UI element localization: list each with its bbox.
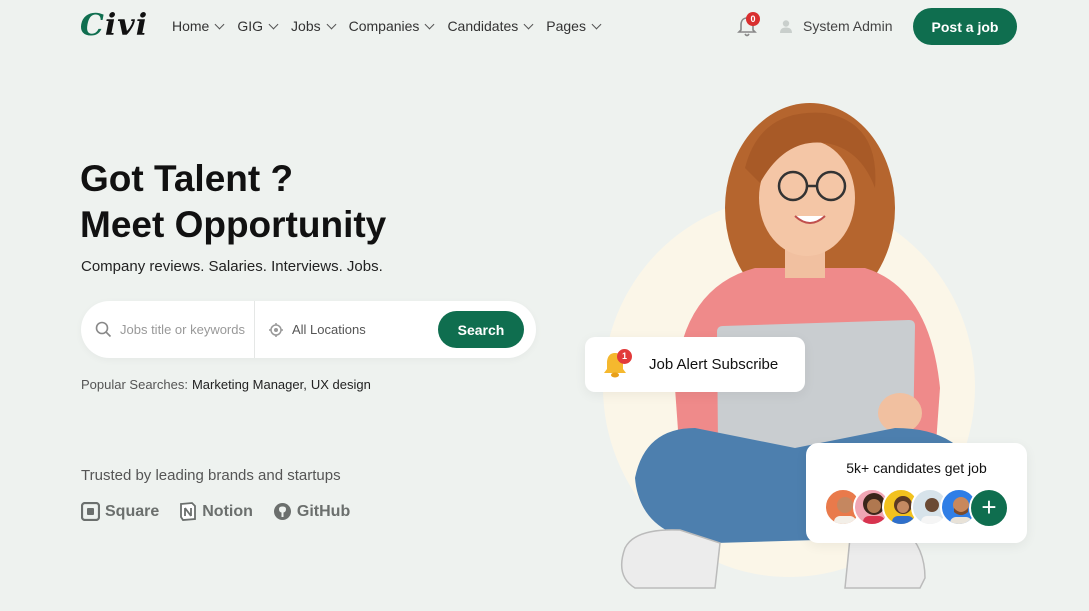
nav-pages[interactable]: Pages: [546, 18, 602, 34]
user-icon: [780, 20, 792, 33]
brand-square: Square: [81, 502, 159, 521]
location-value: All Locations: [292, 322, 366, 337]
popular-label: Popular Searches:: [81, 377, 188, 392]
chevron-down-icon: [326, 19, 337, 29]
brand-notion: Notion: [179, 502, 253, 521]
trusted-label: Trusted by leading brands and startups: [81, 467, 341, 484]
job-alert-card[interactable]: 1 Job Alert Subscribe: [585, 337, 805, 392]
square-logo-icon: [81, 502, 100, 521]
search-button[interactable]: Search: [438, 311, 524, 348]
popular-tag[interactable]: UX design: [311, 377, 371, 392]
add-candidate-button[interactable]: +: [969, 488, 1009, 528]
keyword-input[interactable]: [120, 322, 245, 337]
alert-label: Job Alert Subscribe: [649, 356, 779, 373]
user-menu[interactable]: System Admin: [779, 18, 892, 34]
logo[interactable]: Civi: [80, 8, 148, 43]
brand-logos: Square Notion GitHub: [81, 502, 350, 521]
chevron-down-icon: [268, 19, 279, 29]
hero-title-line2: Meet Opportunity: [80, 204, 387, 245]
notification-count-badge: 0: [746, 12, 760, 26]
chevron-down-icon: [591, 19, 602, 29]
hero-title-line1: Got Talent ?: [80, 158, 294, 199]
location-select[interactable]: All Locations: [269, 301, 366, 358]
candidates-label: 5k+ candidates get job: [846, 460, 987, 476]
nav-candidates[interactable]: Candidates: [447, 18, 534, 34]
notion-logo-icon: [180, 502, 197, 521]
nav-companies[interactable]: Companies: [349, 18, 435, 34]
site-header: Civi Home GIG Jobs Companies Candidates …: [0, 0, 1089, 54]
chevron-down-icon: [214, 19, 225, 29]
nav-gig[interactable]: GIG: [237, 18, 279, 34]
github-logo-icon: [273, 503, 291, 520]
brand-github: GitHub: [273, 502, 350, 521]
popular-searches: Popular Searches: Marketing Manager, UX …: [81, 377, 371, 392]
search-bar: All Locations Search: [81, 301, 536, 358]
search-divider: [254, 301, 255, 358]
popular-tag[interactable]: Marketing Manager,: [192, 377, 307, 392]
avatar-group: +: [824, 488, 1009, 528]
hero-title: Got Talent ? Meet Opportunity: [80, 156, 386, 248]
nav-jobs[interactable]: Jobs: [291, 18, 337, 34]
nav-home[interactable]: Home: [172, 18, 225, 34]
hero-subtitle: Company reviews. Salaries. Interviews. J…: [81, 258, 383, 275]
keyword-search: [95, 301, 255, 358]
user-name: System Admin: [803, 18, 893, 34]
post-job-button[interactable]: Post a job: [913, 8, 1017, 45]
location-target-icon: [269, 322, 283, 337]
chevron-down-icon: [424, 19, 435, 29]
search-icon: [95, 321, 112, 338]
main-nav: Home GIG Jobs Companies Candidates Pages: [172, 18, 602, 34]
chevron-down-icon: [523, 19, 534, 29]
alert-count-badge: 1: [617, 349, 632, 364]
candidates-card: 5k+ candidates get job +: [806, 443, 1027, 543]
